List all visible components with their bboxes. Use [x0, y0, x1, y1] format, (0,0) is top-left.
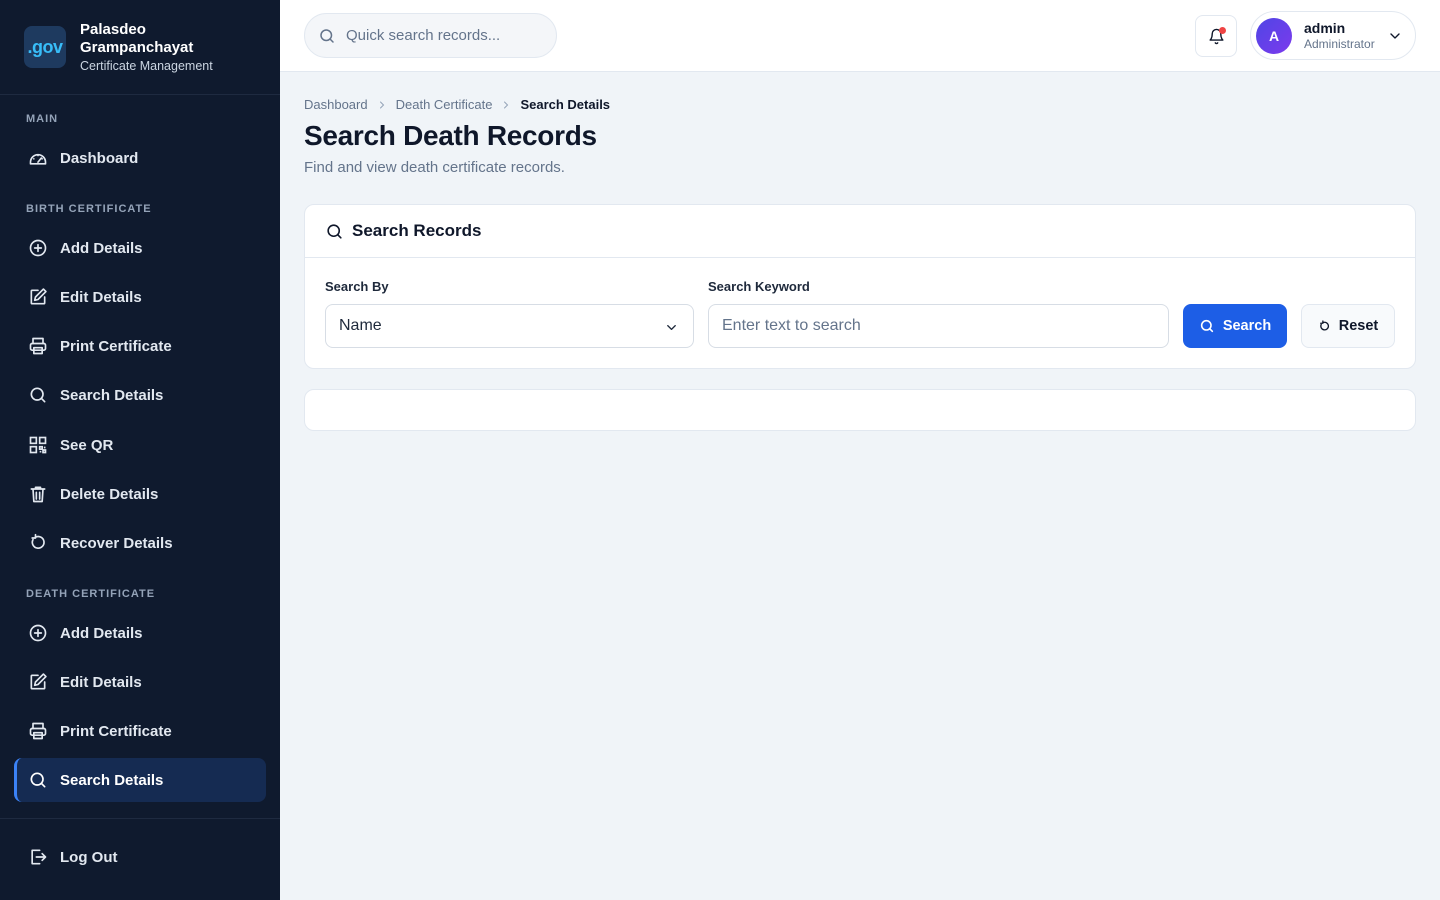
- sidebar-item-birth-recover[interactable]: Recover Details: [14, 521, 266, 565]
- section-label-death: DEATH CERTIFICATE: [26, 588, 156, 600]
- notifications-button[interactable]: [1195, 15, 1237, 57]
- sidebar-item-label: Search Details: [60, 771, 164, 789]
- sidebar-item-death-add[interactable]: Add Details: [14, 611, 266, 655]
- search-button[interactable]: Search: [1183, 304, 1287, 348]
- page-subtitle: Find and view death certificate records.: [304, 159, 565, 176]
- sidebar-item-birth-delete[interactable]: Delete Details: [14, 472, 266, 516]
- plus-circle-icon: [28, 238, 48, 258]
- card-title: Search Records: [352, 221, 482, 240]
- reset-button-label: Reset: [1338, 318, 1379, 334]
- logout-label: Log Out: [60, 848, 118, 866]
- sidebar-item-dashboard[interactable]: Dashboard: [14, 136, 266, 180]
- card-header: Search Records: [305, 205, 1415, 258]
- brand-header: .gov Palasdeo Grampanchayat Certificate …: [0, 0, 280, 95]
- user-name: admin: [1304, 20, 1346, 36]
- sidebar-item-label: Add Details: [60, 239, 143, 257]
- sidebar-item-label: Edit Details: [60, 288, 142, 306]
- sidebar-item-label: Search Details: [60, 386, 164, 404]
- logout-button[interactable]: Log Out: [14, 835, 266, 879]
- search-icon: [1199, 318, 1215, 334]
- sidebar: .gov Palasdeo Grampanchayat Certificate …: [0, 0, 280, 900]
- sidebar-item-death-edit[interactable]: Edit Details: [14, 660, 266, 704]
- sidebar-divider: [0, 818, 280, 819]
- quick-search-input[interactable]: [346, 27, 536, 44]
- breadcrumb-dashboard[interactable]: Dashboard: [304, 97, 368, 112]
- section-label-main: MAIN: [26, 113, 59, 125]
- results-panel: [304, 389, 1416, 431]
- edit-icon: [28, 287, 48, 307]
- printer-icon: [28, 336, 48, 356]
- sidebar-item-birth-search[interactable]: Search Details: [14, 373, 266, 417]
- sidebar-item-label: Print Certificate: [60, 722, 172, 740]
- user-role: Administrator: [1304, 37, 1375, 51]
- sidebar-item-birth-print[interactable]: Print Certificate: [14, 324, 266, 368]
- search-by-value: Name: [339, 317, 382, 334]
- brand-name-line1: Palasdeo: [80, 21, 146, 38]
- sidebar-item-label: Dashboard: [60, 149, 139, 167]
- search-keyword-input[interactable]: [708, 304, 1169, 348]
- chevron-down-icon: [1387, 28, 1403, 49]
- printer-icon: [28, 721, 48, 741]
- sidebar-item-label: Recover Details: [60, 534, 173, 552]
- search-button-label: Search: [1222, 318, 1272, 334]
- search-icon: [28, 385, 48, 405]
- sidebar-item-label: Add Details: [60, 624, 143, 642]
- refresh-icon: [28, 533, 48, 553]
- reset-button[interactable]: Reset: [1301, 304, 1395, 348]
- sidebar-item-birth-edit[interactable]: Edit Details: [14, 275, 266, 319]
- search-icon: [318, 27, 336, 45]
- sidebar-item-death-print[interactable]: Print Certificate: [14, 709, 266, 753]
- brand-name-line2: Grampanchayat: [80, 39, 194, 56]
- logout-icon: [28, 847, 48, 867]
- dashboard-gauge-icon: [28, 148, 48, 168]
- gov-logo: .gov: [24, 26, 66, 68]
- user-menu[interactable]: A admin Administrator: [1250, 11, 1416, 60]
- avatar: A: [1256, 17, 1292, 54]
- page-title: Search Death Records: [304, 120, 597, 151]
- breadcrumb: Dashboard Death Certificate Search Detai…: [304, 97, 610, 112]
- section-label-birth: BIRTH CERTIFICATE: [26, 203, 152, 215]
- sidebar-item-label: Delete Details: [60, 485, 159, 503]
- search-keyword-label: Search Keyword: [708, 279, 810, 294]
- brand-subtitle: Certificate Management: [80, 59, 213, 73]
- qr-code-icon: [28, 435, 48, 455]
- chevron-down-icon: [664, 320, 679, 340]
- plus-circle-icon: [28, 623, 48, 643]
- search-by-select[interactable]: Name: [325, 304, 694, 348]
- quick-search-box[interactable]: [304, 13, 557, 58]
- search-icon: [325, 222, 344, 241]
- edit-icon: [28, 672, 48, 692]
- trash-icon: [28, 484, 48, 504]
- search-icon: [28, 770, 48, 790]
- sidebar-item-birth-qr[interactable]: See QR: [14, 423, 266, 467]
- sidebar-item-death-search[interactable]: Search Details: [14, 758, 266, 802]
- chevron-right-icon: [376, 99, 388, 111]
- search-by-label: Search By: [325, 279, 389, 294]
- sidebar-item-label: Print Certificate: [60, 337, 172, 355]
- breadcrumb-current: Search Details: [520, 97, 611, 112]
- sidebar-item-label: See QR: [60, 436, 114, 454]
- refresh-icon: [1318, 319, 1331, 333]
- search-records-card: Search Records Search By Name Search Key…: [304, 204, 1416, 369]
- notification-dot: [1219, 27, 1226, 34]
- chevron-right-icon: [500, 99, 512, 111]
- sidebar-item-birth-add[interactable]: Add Details: [14, 226, 266, 270]
- sidebar-item-label: Edit Details: [60, 673, 142, 691]
- topbar: A admin Administrator: [280, 0, 1440, 72]
- breadcrumb-death-certificate[interactable]: Death Certificate: [396, 97, 493, 112]
